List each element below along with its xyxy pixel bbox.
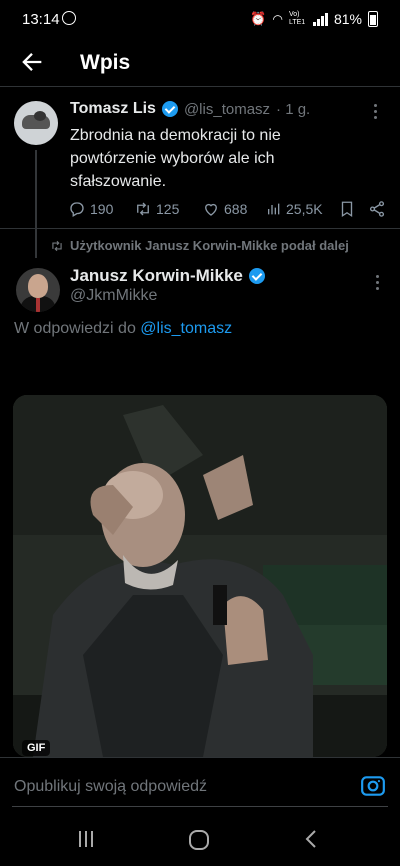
views-button[interactable]: 25,5K — [266, 201, 338, 217]
heart-icon — [205, 203, 217, 216]
reply-count: 190 — [90, 201, 114, 217]
home-icon[interactable] — [188, 829, 210, 851]
gif-media[interactable] — [13, 395, 387, 757]
network-label: Vo) LTE1 — [288, 11, 306, 26]
reply-to-prefix: W odpowiedzi do — [14, 320, 141, 337]
retweet-button[interactable]: 125 — [134, 200, 202, 218]
tweet-text: Zbrodnia na demokracji to nie powtórzeni… — [70, 127, 281, 190]
camera-icon[interactable] — [360, 773, 386, 799]
avatar-janusz-korwin-mikke[interactable] — [16, 268, 60, 312]
status-time: 13:14 — [22, 11, 60, 28]
like-count: 688 — [224, 201, 248, 217]
battery-percent: 81% — [333, 11, 362, 27]
reply-button[interactable]: 190 — [68, 200, 134, 218]
reply-icon — [70, 202, 84, 217]
status-bar: 13:14 ⏰ ◠ Vo) LTE1 81% — [0, 0, 400, 40]
more-options-icon[interactable] — [376, 275, 380, 290]
verified-badge-icon — [248, 268, 265, 284]
retweet-label: Użytkownik Janusz Korwin-Mikke podał dal… — [50, 238, 349, 253]
arrow-left-icon[interactable] — [18, 48, 46, 76]
verified-badge-icon — [161, 101, 178, 117]
composer-divider — [12, 806, 388, 807]
composer-top-divider — [0, 757, 400, 758]
back-nav-icon[interactable] — [302, 829, 322, 849]
system-nav-bar — [0, 816, 400, 866]
page-title: Wpis — [80, 51, 131, 74]
avatar-tomasz-lis[interactable] — [14, 101, 58, 145]
tweet-header: Tomasz Lis @lis_tomasz · 1 g. — [70, 100, 310, 118]
retweet-icon — [137, 202, 149, 216]
author-name[interactable]: Tomasz Lis — [70, 100, 156, 118]
retweet-small-icon — [52, 240, 62, 251]
tweet-time: · 1 g. — [276, 100, 311, 118]
recent-apps-icon[interactable] — [76, 829, 96, 849]
reply-author-row: Janusz Korwin-Mikke — [70, 266, 265, 286]
gif-badge: GIF — [22, 740, 51, 756]
bookmark-icon[interactable] — [338, 200, 356, 218]
tweet-actions: 190 125 688 25,5K — [68, 197, 388, 221]
status-icons: ⏰ ◠ Vo) LTE1 81% — [250, 11, 378, 27]
reply-input[interactable]: Opublikuj swoją odpowiedź — [14, 778, 207, 796]
share-icon[interactable] — [368, 200, 386, 218]
header-divider — [0, 86, 400, 87]
thread-line — [35, 150, 37, 258]
views-count: 25,5K — [286, 201, 323, 217]
whatsapp-icon — [62, 11, 76, 25]
top-bar: Wpis — [0, 40, 400, 86]
wifi-icon: ◠ — [272, 12, 283, 26]
like-button[interactable]: 688 — [202, 200, 266, 218]
signal-icon — [312, 12, 328, 26]
reply-to-handle-link[interactable]: @lis_tomasz — [140, 320, 232, 337]
reply-author-handle[interactable]: @JkmMikke — [70, 287, 157, 305]
reply-author-name[interactable]: Janusz Korwin-Mikke — [70, 266, 243, 286]
reply-to-line: W odpowiedzi do @lis_tomasz — [14, 320, 232, 338]
gif-frame — [13, 395, 387, 757]
more-options-icon[interactable] — [374, 104, 378, 119]
retweet-count: 125 — [156, 201, 180, 217]
views-chart-icon — [268, 203, 280, 215]
battery-icon — [368, 11, 378, 27]
alarm-icon: ⏰ — [250, 11, 267, 26]
tweet-divider — [0, 228, 400, 229]
author-handle[interactable]: @lis_tomasz — [184, 101, 270, 118]
retweet-label-text: Użytkownik Janusz Korwin-Mikke podał dal… — [70, 238, 349, 253]
